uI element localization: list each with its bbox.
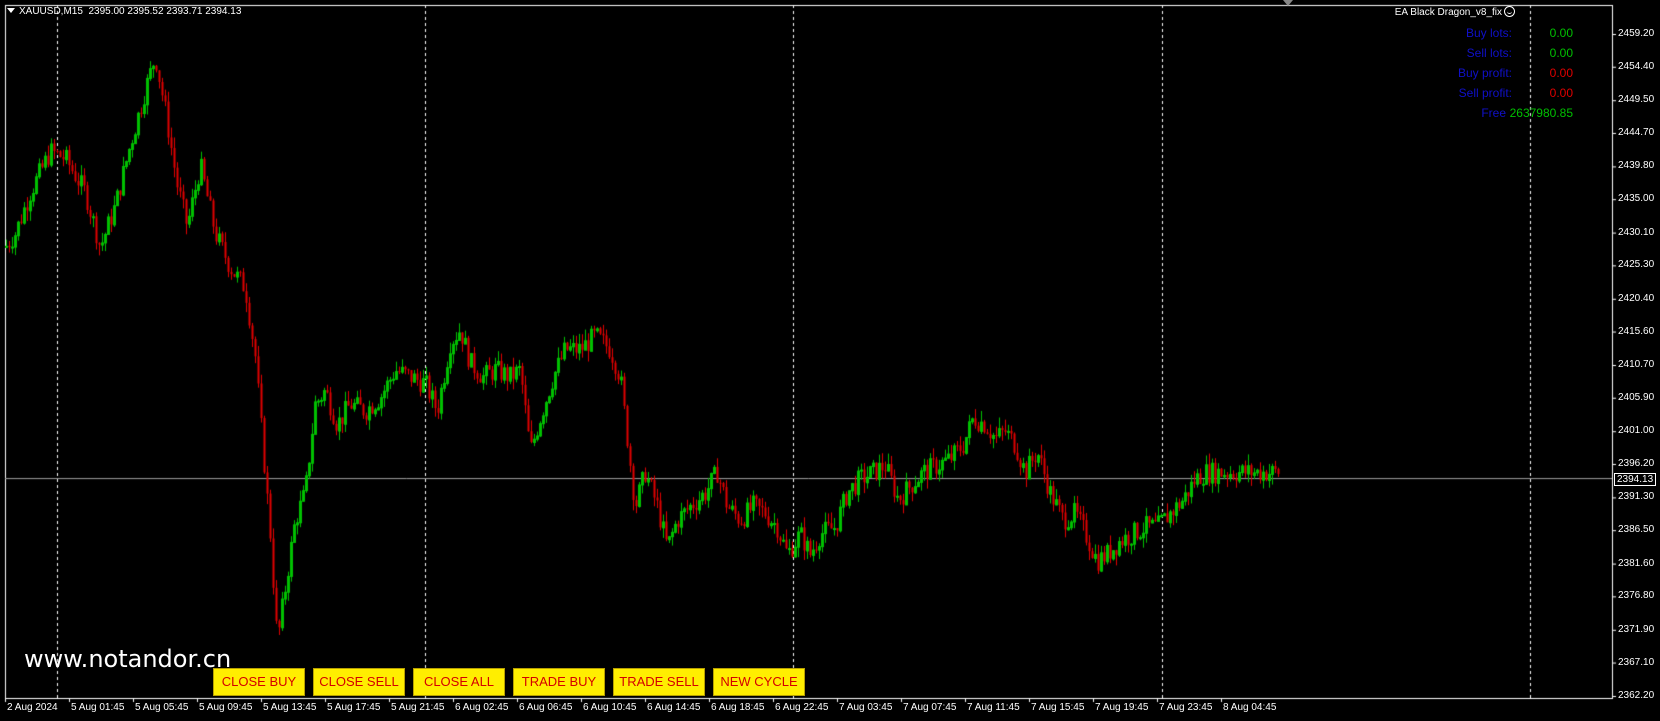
watermark-text: www.notandor.cn [24,645,232,673]
price-tick-label: 2449.50 [1618,94,1655,106]
time-tick-label: 5 Aug 21:45 [391,702,445,713]
close-all-button[interactable]: CLOSE ALL [413,668,505,696]
price-tick-label: 2381.60 [1618,557,1655,569]
time-tick-label: 7 Aug 19:45 [1095,702,1149,713]
price-tick-label: 2415.60 [1618,325,1655,337]
symbol-label: XAUUSD,M15 [19,6,83,17]
time-tick-label: 8 Aug 04:45 [1223,702,1277,713]
price-tick-label: 2439.80 [1618,160,1655,172]
price-tick-label: 2410.70 [1618,359,1655,370]
time-tick-label: 7 Aug 03:45 [839,702,893,713]
price-tick-label: 2401.00 [1618,425,1655,437]
ea-label: EA Black Dragon_v8_fix [1395,6,1515,18]
price-tick-label: 2425.30 [1618,259,1655,271]
price-tick-label: 2405.90 [1618,391,1655,403]
price-tick-label: 2454.40 [1618,60,1655,72]
new-cycle-button[interactable]: NEW CYCLE [713,668,805,696]
info-value: 0.00 [1549,46,1573,60]
time-tick-label: 6 Aug 14:45 [647,702,701,713]
price-tick-label: 2362.20 [1618,690,1655,701]
close-buy-button[interactable]: CLOSE BUY [213,668,305,696]
price-chart[interactable] [0,0,1660,721]
info-value: 2637980.85 [1509,106,1573,120]
time-tick-label: 5 Aug 09:45 [199,702,253,713]
info-value: 0.00 [1549,86,1573,100]
price-tick-label: 2376.80 [1618,590,1655,602]
dropdown-arrow-icon[interactable] [7,8,15,13]
time-tick-label: 6 Aug 18:45 [711,702,765,713]
trade-sell-button[interactable]: TRADE SELL [613,668,705,696]
time-tick-label: 6 Aug 02:45 [455,702,509,713]
price-tick-label: 2430.10 [1618,226,1655,238]
time-tick-label: 5 Aug 17:45 [327,702,381,713]
price-tick-label: 2391.30 [1618,491,1655,503]
price-tick-label: 2371.90 [1618,623,1655,635]
info-value: 0.00 [1549,26,1573,40]
price-tick-label: 2459.20 [1618,28,1655,39]
current-price-label: 2394.13 [1614,473,1657,486]
time-tick-label: 6 Aug 06:45 [519,702,573,713]
time-tick-label: 7 Aug 15:45 [1031,702,1085,713]
time-tick-label: 5 Aug 05:45 [135,702,189,713]
time-tick-label: 2 Aug 2024 [7,702,58,713]
time-tick-label: 7 Aug 11:45 [967,702,1020,713]
time-tick-label: 5 Aug 13:45 [263,702,317,713]
price-tick-label: 2367.10 [1618,656,1655,668]
price-tick-label: 2435.00 [1618,193,1655,205]
time-tick-label: 6 Aug 22:45 [775,702,829,713]
info-value: 0.00 [1549,66,1573,80]
time-tick-label: 6 Aug 10:45 [583,702,637,713]
shift-marker-icon[interactable] [1283,0,1293,6]
ohlc-values: 2395.00 2395.52 2393.71 2394.13 [88,6,242,17]
time-tick-label: 7 Aug 07:45 [903,702,957,713]
smiley-icon [1504,6,1515,17]
trade-buy-button[interactable]: TRADE BUY [513,668,605,696]
price-tick-label: 2396.20 [1618,457,1655,469]
time-tick-label: 7 Aug 23:45 [1159,702,1213,713]
price-tick-label: 2444.70 [1618,126,1655,138]
time-tick-label: 5 Aug 01:45 [71,702,125,713]
price-tick-label: 2386.50 [1618,524,1655,536]
close-sell-button[interactable]: CLOSE SELL [313,668,405,696]
ea-name: EA Black Dragon_v8_fix [1394,7,1502,18]
chart-header: XAUUSD,M15 2395.00 2395.52 2393.71 2394.… [7,6,241,17]
price-tick-label: 2420.40 [1618,292,1655,304]
